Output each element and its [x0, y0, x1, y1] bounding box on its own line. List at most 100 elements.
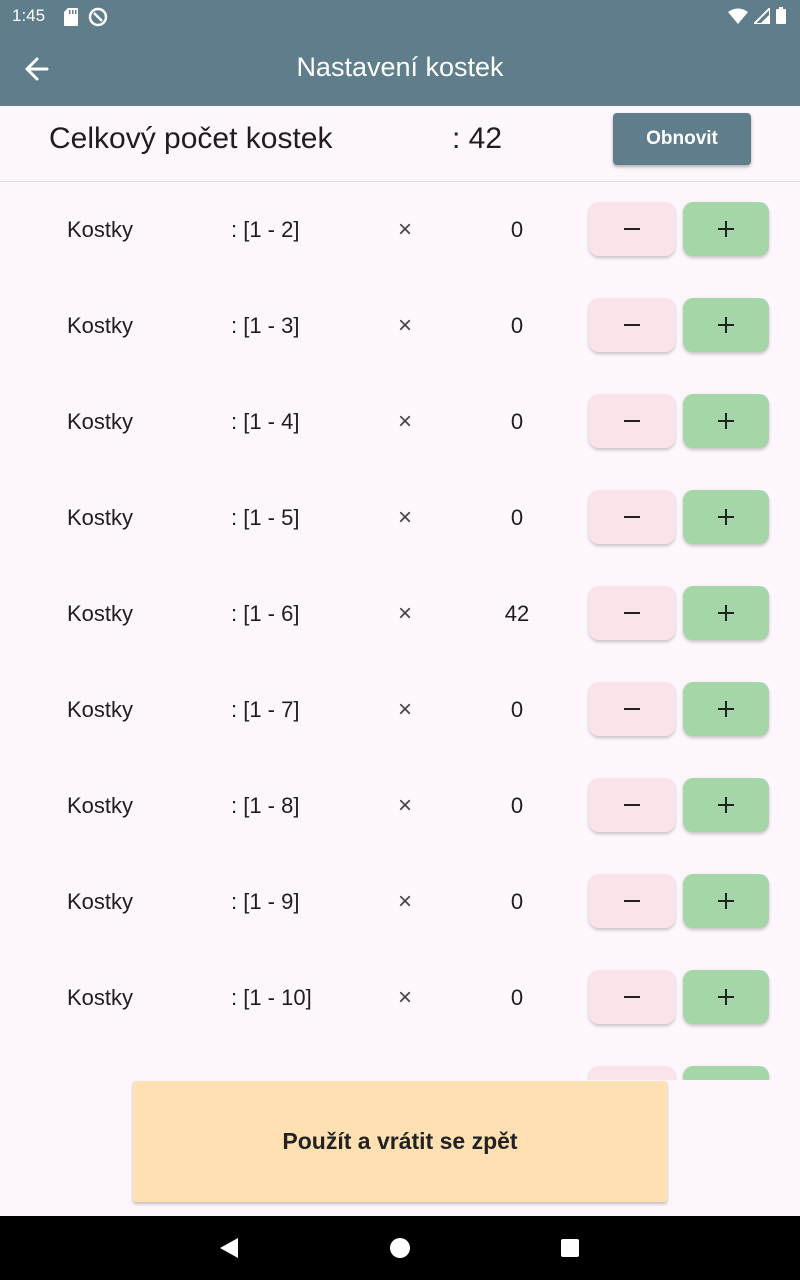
minus-icon	[624, 516, 640, 518]
plus-icon	[718, 221, 734, 237]
sd-card-icon	[64, 8, 78, 26]
dice-row: Kostky : [1 - 10] × 0	[0, 950, 800, 1046]
dice-range: : [1 - 4]	[231, 409, 300, 434]
decrement-button[interactable]	[589, 394, 675, 448]
dice-row: Kostky : [1 - 4] × 0	[0, 374, 800, 470]
plus-icon	[718, 701, 734, 717]
increment-button[interactable]	[683, 874, 769, 928]
dice-count: 42	[504, 601, 530, 626]
decrement-button[interactable]	[589, 298, 675, 352]
apply-and-return-button[interactable]: Použít a vrátit se zpět	[133, 1081, 667, 1202]
dice-row: Kostky : [1 - 2] × 0	[0, 182, 800, 278]
dice-range: : [1 - 5]	[231, 505, 300, 530]
dice-row: Kostky : [1 - 8] × 0	[0, 758, 800, 854]
signal-icon	[754, 7, 770, 24]
plus-icon	[718, 893, 734, 909]
minus-icon	[624, 228, 640, 230]
dice-count: 0	[510, 697, 524, 722]
dice-label: Kostky	[67, 409, 134, 434]
dice-row-partial	[0, 1046, 800, 1080]
battery-icon	[776, 7, 786, 24]
dice-label: Kostky	[67, 697, 134, 722]
nav-home-icon[interactable]	[389, 1237, 411, 1259]
times-sign: ×	[398, 504, 413, 531]
dice-range: : [1 - 10]	[231, 985, 312, 1010]
nav-back-icon[interactable]	[218, 1236, 240, 1260]
dice-label: Kostky	[67, 889, 134, 914]
increment-button[interactable]	[683, 586, 769, 640]
dice-label: Kostky	[67, 217, 134, 242]
app-bar: Nastavení kostek	[0, 32, 800, 106]
dice-count: 0	[510, 505, 524, 530]
decrement-button[interactable]	[589, 778, 675, 832]
increment-button[interactable]	[683, 490, 769, 544]
minus-icon	[624, 420, 640, 422]
dice-count: 0	[510, 409, 524, 434]
wifi-icon	[728, 8, 748, 24]
increment-button[interactable]	[683, 778, 769, 832]
minus-icon	[624, 804, 640, 806]
times-sign: ×	[398, 600, 413, 627]
dice-range: : [1 - 6]	[231, 601, 300, 626]
dice-label: Kostky	[67, 601, 134, 626]
minus-icon	[624, 900, 640, 902]
status-icons-left	[64, 7, 108, 27]
dice-label: Kostky	[67, 985, 134, 1010]
plus-icon	[718, 605, 734, 621]
navigation-bar	[0, 1216, 800, 1280]
decrement-button[interactable]	[589, 586, 675, 640]
decrement-button[interactable]	[589, 490, 675, 544]
times-sign: ×	[398, 408, 413, 435]
increment-button[interactable]	[683, 1066, 769, 1080]
times-sign: ×	[398, 216, 413, 243]
dice-label: Kostky	[67, 793, 134, 818]
dice-range: : [1 - 8]	[231, 793, 300, 818]
refresh-button[interactable]: Obnovit	[613, 113, 751, 165]
decrement-button[interactable]	[589, 874, 675, 928]
total-label: Celkový počet kostek	[49, 122, 333, 155]
increment-button[interactable]	[683, 970, 769, 1024]
dice-count: 0	[510, 889, 524, 914]
times-sign: ×	[398, 696, 413, 723]
decrement-button[interactable]	[589, 202, 675, 256]
increment-button[interactable]	[683, 682, 769, 736]
dice-row: Kostky : [1 - 6] × 42	[0, 566, 800, 662]
dice-count: 0	[510, 217, 524, 242]
increment-button[interactable]	[683, 202, 769, 256]
times-sign: ×	[398, 984, 413, 1011]
dice-range: : [1 - 2]	[231, 217, 300, 242]
page-title: Nastavení kostek	[296, 52, 504, 82]
data-saver-icon	[88, 7, 108, 27]
dice-range: : [1 - 3]	[231, 313, 300, 338]
minus-icon	[624, 612, 640, 614]
plus-icon	[718, 989, 734, 1005]
nav-recents-icon[interactable]	[560, 1238, 580, 1258]
decrement-button[interactable]	[589, 1066, 675, 1080]
times-sign: ×	[398, 888, 413, 915]
dice-label: Kostky	[67, 505, 134, 530]
plus-icon	[718, 797, 734, 813]
minus-icon	[624, 324, 640, 326]
dice-range: : [1 - 7]	[231, 697, 300, 722]
dice-row: Kostky : [1 - 3] × 0	[0, 278, 800, 374]
dice-list[interactable]: Kostky : [1 - 2] × 0 Kostky : [1 - 3] × …	[0, 182, 800, 1080]
increment-button[interactable]	[683, 394, 769, 448]
times-sign: ×	[398, 792, 413, 819]
decrement-button[interactable]	[589, 682, 675, 736]
minus-icon	[624, 708, 640, 710]
minus-icon	[624, 996, 640, 998]
plus-icon	[718, 509, 734, 525]
dice-row: Kostky : [1 - 7] × 0	[0, 662, 800, 758]
increment-button[interactable]	[683, 298, 769, 352]
total-value: : 42	[452, 122, 503, 155]
plus-icon	[718, 413, 734, 429]
status-bar: 1:45	[0, 0, 800, 32]
decrement-button[interactable]	[589, 970, 675, 1024]
plus-icon	[718, 317, 734, 333]
dice-row: Kostky : [1 - 5] × 0	[0, 470, 800, 566]
dice-count: 0	[510, 793, 524, 818]
dice-count: 0	[510, 985, 524, 1010]
dice-range: : [1 - 9]	[231, 889, 300, 914]
total-row: Celkový počet kostek : 42 Obnovit	[0, 106, 800, 182]
status-time: 1:45	[12, 6, 46, 25]
